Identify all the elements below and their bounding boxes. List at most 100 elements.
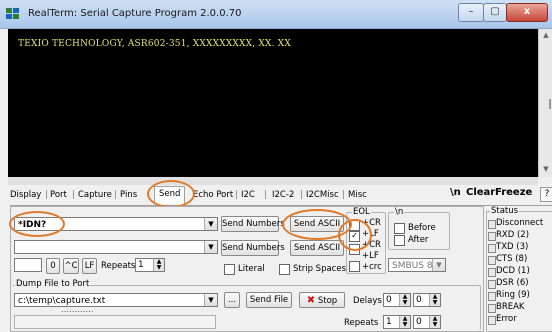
char-input[interactable] xyxy=(14,258,42,272)
terminal-vertical-scrollbar[interactable]: ▲ ▼ xyxy=(538,29,552,177)
chevron-down-icon[interactable]: ▼ xyxy=(204,218,217,230)
send-ascii-button-2[interactable]: Send ASCII xyxy=(290,240,344,256)
status-label: CTS (8) xyxy=(496,254,528,264)
dump-progress-text: ............ xyxy=(61,305,94,315)
repeats-spinner[interactable]: 1 ▲ ▼ xyxy=(135,258,165,272)
scroll-down-icon[interactable]: ▼ xyxy=(541,165,551,175)
status-title: Status xyxy=(490,206,520,216)
status-label: TXD (3) xyxy=(496,242,529,252)
lf-label: +LF xyxy=(362,229,379,239)
status-led xyxy=(488,292,496,301)
status-dcd: DCD (1) xyxy=(488,266,530,277)
status-label: BREAK xyxy=(496,302,525,312)
realterm-app-icon xyxy=(6,8,20,20)
tab-separator: | xyxy=(72,190,75,200)
tab-separator: | xyxy=(235,190,238,200)
tab-port[interactable]: Port xyxy=(50,190,67,200)
strip-spaces-checkbox[interactable] xyxy=(279,264,290,275)
tab-capture[interactable]: Capture xyxy=(78,190,112,200)
help-button[interactable]: ? xyxy=(540,187,552,202)
after-checkbox[interactable] xyxy=(394,235,405,246)
close-button[interactable]: x xyxy=(506,3,548,22)
scroll-up-icon[interactable]: ▲ xyxy=(541,31,551,41)
spin-arrows-icon[interactable]: ▲ ▼ xyxy=(153,259,164,271)
stop-button[interactable]: ✖ Stop xyxy=(299,292,345,308)
lf-button[interactable]: LF xyxy=(82,258,97,274)
ctrl-c-button[interactable]: ^C xyxy=(63,258,79,274)
literal-label: Literal xyxy=(238,264,265,274)
crc-label: +crc xyxy=(362,262,382,272)
spin-arrows-icon[interactable]: ▲ ▼ xyxy=(399,316,410,328)
status-label: Ring (9) xyxy=(496,290,530,300)
before-checkbox[interactable] xyxy=(394,223,405,234)
spin-arrows-icon[interactable]: ▲ ▼ xyxy=(429,316,440,328)
freeze-button[interactable]: Freeze xyxy=(495,187,532,198)
tab-bar: Display | Port | Capture | Pins Send Ech… xyxy=(10,185,552,206)
delay1-value: 0 xyxy=(386,295,392,305)
smbus-value: SMBUS 8 xyxy=(392,261,433,271)
tab-send[interactable]: Send xyxy=(154,186,186,204)
send-ascii-button[interactable]: Send ASCII xyxy=(290,216,344,232)
before-label: Before xyxy=(408,223,436,233)
spin-arrows-icon[interactable]: ▲ ▼ xyxy=(399,294,410,306)
status-label: DCD (1) xyxy=(496,266,530,276)
send-numbers-button[interactable]: Send Numbers xyxy=(221,216,285,232)
send-file-button[interactable]: Send File xyxy=(246,292,292,308)
chevron-down-icon[interactable]: ▼ xyxy=(204,294,217,306)
tab-separator: | xyxy=(264,190,267,200)
crc-checkbox[interactable] xyxy=(349,261,360,272)
window-title: RealTerm: Serial Capture Program 2.0.0.7… xyxy=(28,8,242,19)
spin-arrows-icon[interactable]: ▲ ▼ xyxy=(429,294,440,306)
dump-file-path-combo[interactable]: c:\temp\capture.txt ▼ xyxy=(14,293,218,307)
maximize-button[interactable]: ▢ xyxy=(483,3,507,22)
terminal-output-line: TEXIO TECHNOLOGY, ASR602-351, XXXXXXXXX,… xyxy=(18,39,291,49)
cr2-checkbox[interactable] xyxy=(349,244,360,255)
send-line2-combo[interactable]: ▼ xyxy=(14,240,218,254)
tab-echo-port[interactable]: Echo Port xyxy=(193,190,233,200)
status-break: BREAK xyxy=(488,302,525,313)
status-disconnect: Disconnect xyxy=(488,218,543,229)
tab-i2cmisc[interactable]: I2CMisc xyxy=(306,190,339,200)
send-line1-combo[interactable]: *IDN? ▼ xyxy=(14,217,218,231)
cr-label: +CR xyxy=(362,218,381,228)
repeats-label: Repeats xyxy=(101,261,136,271)
status-led xyxy=(488,256,496,265)
status-label: RXD (2) xyxy=(496,230,530,240)
tab-display[interactable]: Display xyxy=(10,190,41,200)
status-cts: CTS (8) xyxy=(488,254,528,265)
stop-icon: ✖ xyxy=(306,295,316,306)
repeat1-spinner[interactable]: 1 ▲ ▼ xyxy=(383,315,411,329)
cr-checkbox[interactable] xyxy=(349,220,360,231)
chevron-down-icon[interactable]: ▼ xyxy=(432,259,445,271)
status-rxd: RXD (2) xyxy=(488,230,530,241)
lf-checkbox[interactable]: ✓ xyxy=(349,231,360,242)
tab-pins[interactable]: Pins xyxy=(120,190,137,200)
tab-i2c[interactable]: I2C xyxy=(241,190,255,200)
minimize-button[interactable]: – xyxy=(458,3,484,22)
chevron-down-icon[interactable]: ▼ xyxy=(204,241,217,253)
stop-label: Stop xyxy=(317,296,338,306)
repeat2-spinner[interactable]: 0 ▲ ▼ xyxy=(413,315,441,329)
scroll-thumb[interactable] xyxy=(549,99,551,109)
literal-checkbox[interactable] xyxy=(224,264,235,275)
tab-separator: | xyxy=(300,190,303,200)
status-led xyxy=(488,316,496,325)
delay2-spinner[interactable]: 0 ▲ ▼ xyxy=(413,293,441,307)
status-panel: Status Disconnect RXD (2) TXD (3) CTS (8… xyxy=(484,206,552,332)
send-line1-value: *IDN? xyxy=(18,220,47,230)
smbus-select[interactable]: SMBUS 8 ▼ xyxy=(388,258,446,272)
tab-separator: | xyxy=(45,190,48,200)
zero-button[interactable]: 0 xyxy=(46,258,60,274)
newline-button[interactable]: \n xyxy=(450,187,461,198)
terminal-display[interactable]: TEXIO TECHNOLOGY, ASR602-351, XXXXXXXXX,… xyxy=(8,29,538,177)
delay1-spinner[interactable]: 0 ▲ ▼ xyxy=(383,293,411,307)
title-bar[interactable]: RealTerm: Serial Capture Program 2.0.0.7… xyxy=(0,0,552,29)
tab-separator: | xyxy=(114,190,117,200)
browse-button[interactable]: ... xyxy=(224,292,240,308)
clear-button[interactable]: Clear xyxy=(466,187,495,198)
after-label: After xyxy=(408,235,429,245)
send-numbers-button-2[interactable]: Send Numbers xyxy=(221,240,285,256)
terminal-horizontal-scrollbar[interactable] xyxy=(8,177,538,185)
tab-i2c-2[interactable]: I2C-2 xyxy=(272,190,294,200)
tab-misc[interactable]: Misc xyxy=(348,190,367,200)
